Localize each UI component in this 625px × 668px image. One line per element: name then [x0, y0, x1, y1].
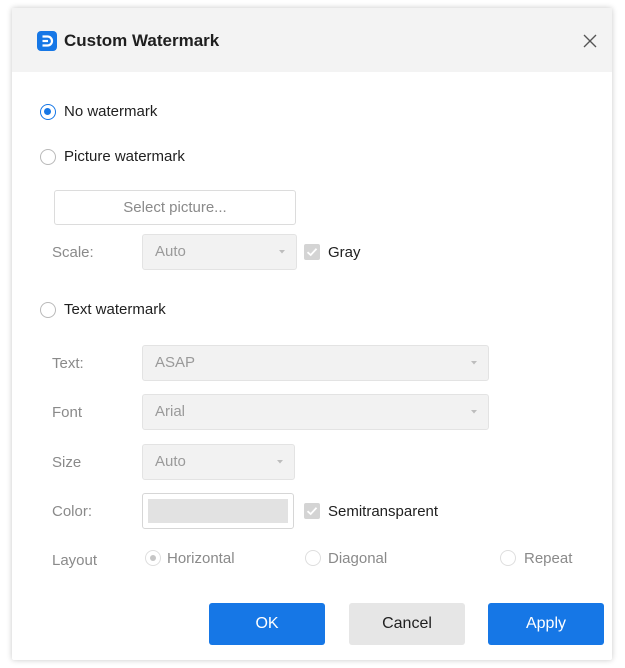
- scale-value: Auto: [155, 243, 186, 260]
- layout-horizontal-radio[interactable]: [145, 550, 161, 566]
- apply-button[interactable]: Apply: [488, 603, 604, 645]
- semitransparent-checkbox[interactable]: [304, 503, 320, 519]
- color-picker[interactable]: [142, 493, 294, 529]
- font-label: Font: [52, 404, 83, 421]
- dialog-title: Custom Watermark: [64, 31, 220, 50]
- no-watermark-radio[interactable]: [40, 104, 56, 120]
- text-select[interactable]: ASAP: [142, 345, 489, 381]
- check-icon: [306, 248, 318, 257]
- text-value: ASAP: [155, 354, 196, 371]
- text-watermark-radio[interactable]: [40, 302, 56, 318]
- layout-diagonal-label[interactable]: Diagonal: [328, 549, 387, 569]
- no-watermark-label[interactable]: No watermark: [64, 102, 157, 122]
- chevron-down-icon: [471, 410, 477, 414]
- ok-button[interactable]: OK: [209, 603, 325, 645]
- close-button[interactable]: [575, 26, 605, 56]
- layout-repeat-label[interactable]: Repeat: [524, 549, 572, 569]
- chevron-down-icon: [471, 361, 477, 365]
- scale-select[interactable]: Auto: [142, 234, 297, 270]
- font-select[interactable]: Arial: [142, 394, 489, 430]
- app-logo-icon: [37, 31, 57, 51]
- size-select[interactable]: Auto: [142, 444, 295, 480]
- semitransparent-label[interactable]: Semitransparent: [328, 502, 438, 522]
- chevron-down-icon: [277, 460, 283, 464]
- text-watermark-label[interactable]: Text watermark: [64, 300, 166, 320]
- layout-label: Layout: [52, 552, 98, 569]
- gray-checkbox[interactable]: [304, 244, 320, 260]
- size-label: Size: [52, 454, 82, 471]
- cancel-button[interactable]: Cancel: [349, 603, 465, 645]
- gray-label[interactable]: Gray: [328, 243, 361, 263]
- check-icon: [306, 507, 318, 516]
- color-swatch: [148, 499, 288, 523]
- picture-watermark-radio[interactable]: [40, 149, 56, 165]
- layout-horizontal-label[interactable]: Horizontal: [167, 549, 235, 569]
- dialog-titlebar: Custom Watermark: [12, 8, 612, 72]
- select-picture-button[interactable]: Select picture...: [54, 190, 296, 225]
- picture-watermark-label[interactable]: Picture watermark: [64, 147, 185, 167]
- font-value: Arial: [155, 403, 186, 420]
- text-label: Text:: [52, 355, 84, 372]
- layout-diagonal-radio[interactable]: [305, 550, 321, 566]
- chevron-down-icon: [279, 250, 285, 254]
- scale-label: Scale:: [52, 244, 94, 261]
- size-value: Auto: [155, 453, 186, 470]
- close-icon: [583, 34, 597, 48]
- custom-watermark-dialog: Custom Watermark No watermark Picture wa…: [12, 8, 612, 660]
- color-label: Color:: [52, 503, 93, 520]
- layout-repeat-radio[interactable]: [500, 550, 516, 566]
